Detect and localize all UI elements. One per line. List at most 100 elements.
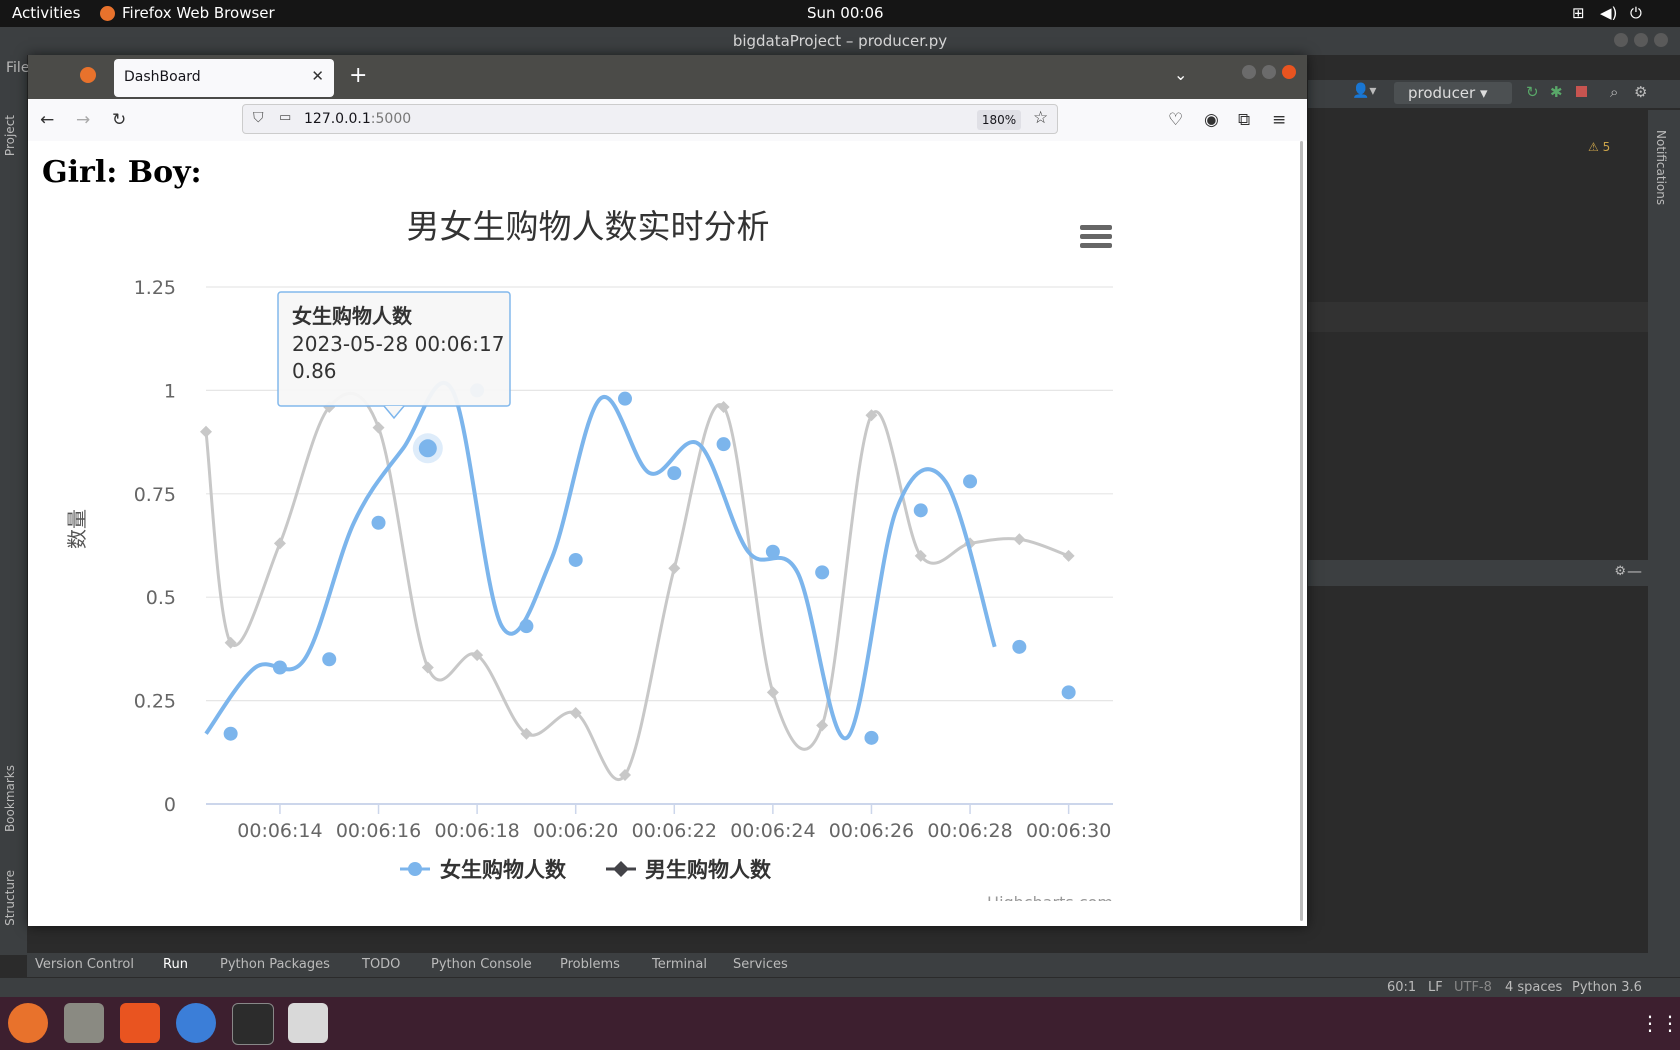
user-icon[interactable]: 👤▾ [1352, 83, 1376, 99]
point-boys[interactable] [1062, 549, 1075, 562]
zoom-level[interactable]: 180% [977, 110, 1021, 130]
shield-icon[interactable]: ⛉ [253, 110, 264, 126]
tab-services[interactable]: Services [733, 957, 788, 972]
app-grid-icon[interactable]: ⋮⋮⋮ [1640, 1011, 1680, 1035]
maximize-icon[interactable] [1634, 33, 1648, 47]
bookmark-star-icon[interactable]: ☆ [1033, 108, 1048, 128]
bookmarks-tool-tab[interactable]: Bookmarks [3, 765, 17, 832]
point-girls[interactable] [617, 391, 632, 406]
page-scrollbar[interactable] [1300, 141, 1303, 921]
point-girls[interactable] [864, 730, 879, 745]
point-boys[interactable] [668, 562, 681, 575]
chart-menu-icon[interactable] [1080, 225, 1112, 248]
point-boys[interactable] [816, 719, 829, 732]
project-tool-tab[interactable]: Project [3, 115, 17, 156]
firefox-dock-icon[interactable] [8, 1003, 48, 1043]
point-girls[interactable] [1012, 639, 1027, 654]
python-interpreter[interactable]: Python 3.6 [1572, 980, 1642, 995]
point-girls[interactable] [371, 515, 386, 530]
firefox-view-icon[interactable] [80, 67, 96, 83]
account-icon[interactable]: ◉ [1204, 110, 1219, 130]
point-girls[interactable] [765, 544, 780, 559]
network-icon[interactable]: ⊞ [1572, 4, 1585, 22]
settings-icon[interactable]: ⚙ [1634, 83, 1647, 101]
indent-setting[interactable]: 4 spaces [1505, 980, 1562, 995]
forward-icon[interactable]: → [76, 110, 90, 130]
minimize-icon[interactable] [1614, 33, 1628, 47]
panel-settings-icon[interactable]: ⚙ [1614, 564, 1626, 579]
point-girls[interactable] [223, 726, 238, 741]
file-encoding[interactable]: UTF-8 [1454, 980, 1492, 995]
tab-todo[interactable]: TODO [362, 957, 400, 972]
point-boys[interactable] [717, 400, 730, 413]
point-girls[interactable] [322, 652, 337, 667]
point-girls[interactable] [1061, 685, 1076, 700]
search-icon[interactable]: ⌕ [1610, 83, 1618, 101]
pocket-icon[interactable]: ♡ [1168, 110, 1183, 130]
structure-tool-tab[interactable]: Structure [3, 870, 17, 926]
tab-version-control[interactable]: Version Control [35, 957, 134, 972]
tab-list-icon[interactable]: ⌄ [1174, 65, 1187, 84]
point-girls[interactable] [913, 503, 928, 518]
pycharm-dock-icon[interactable] [288, 1003, 328, 1043]
url-text[interactable]: 127.0.0.1:5000 [304, 111, 411, 127]
point-boys[interactable] [372, 421, 385, 434]
stop-icon[interactable] [1576, 86, 1587, 97]
window-close-icon[interactable] [1282, 65, 1296, 79]
tab-problems[interactable]: Problems [560, 957, 620, 972]
run-config-selector[interactable]: producer ▾ [1394, 82, 1512, 104]
point-girls[interactable] [519, 619, 534, 634]
ide-run-panel[interactable] [1308, 560, 1648, 951]
point-girls[interactable] [815, 565, 830, 580]
point-boys[interactable] [421, 661, 434, 674]
back-icon[interactable]: ← [40, 110, 54, 130]
point-boys[interactable] [273, 537, 286, 550]
line-separator[interactable]: LF [1428, 980, 1443, 995]
point-girls[interactable] [716, 437, 731, 452]
legend-item-girls[interactable]: 女生购物人数 [400, 858, 567, 882]
software-dock-icon[interactable] [120, 1003, 160, 1043]
window-minimize-icon[interactable] [1242, 65, 1256, 79]
ide-editor-area[interactable]: ⚠ 5 [1308, 110, 1648, 530]
tab-python-console[interactable]: Python Console [431, 957, 532, 972]
activities-button[interactable]: Activities [12, 4, 80, 22]
power-icon[interactable]: ⏻ [1630, 4, 1642, 22]
ide-menu-file[interactable]: File [6, 60, 29, 76]
point-girls[interactable] [418, 439, 437, 458]
point-boys[interactable] [1013, 533, 1026, 546]
tab-python-packages[interactable]: Python Packages [220, 957, 330, 972]
point-girls[interactable] [568, 552, 583, 567]
tab-run[interactable]: Run [163, 957, 188, 972]
help-dock-icon[interactable] [176, 1003, 216, 1043]
point-girls[interactable] [963, 474, 978, 489]
terminal-dock-icon[interactable] [232, 1003, 274, 1045]
point-girls[interactable] [272, 660, 287, 675]
files-dock-icon[interactable] [64, 1003, 104, 1043]
tab-terminal[interactable]: Terminal [652, 957, 707, 972]
app-menu[interactable]: Firefox Web Browser [122, 4, 275, 22]
new-tab-icon[interactable]: + [349, 63, 367, 88]
chart-credits[interactable]: Highcharts.com [987, 893, 1113, 901]
close-icon[interactable] [1654, 33, 1668, 47]
tab-close-icon[interactable]: ✕ [311, 67, 324, 85]
ide-main-toolbar: 👤▾ producer ▾ ↻ ✱ ⌕ ⚙ [1308, 80, 1680, 108]
window-maximize-icon[interactable] [1262, 65, 1276, 79]
legend-item-boys[interactable]: 男生购物人数 [606, 858, 772, 882]
extensions-icon[interactable]: ⧉ [1238, 110, 1250, 130]
notifications-tool-tab[interactable]: Notifications [1654, 130, 1668, 205]
url-bar[interactable]: ⛉ ▭ 127.0.0.1:5000 180% ☆ [242, 104, 1058, 134]
point-girls[interactable] [667, 466, 682, 481]
reload-icon[interactable]: ↻ [112, 110, 126, 130]
panel-minimize-icon[interactable]: — [1627, 562, 1642, 580]
caret-position[interactable]: 60:1 [1387, 980, 1416, 995]
debug-icon[interactable]: ✱ [1550, 83, 1563, 101]
point-boys[interactable] [766, 686, 779, 699]
ide-status-bar: 60:1 LF UTF-8 4 spaces Python 3.6 [0, 977, 1680, 998]
warnings-indicator[interactable]: ⚠ 5 [1588, 140, 1610, 154]
volume-icon[interactable]: ◀) [1600, 4, 1617, 22]
rerun-icon[interactable]: ↻ [1526, 83, 1539, 101]
tab-dashboard[interactable]: DashBoard ✕ [114, 59, 334, 97]
point-boys[interactable] [200, 425, 212, 438]
app-menu-icon[interactable]: ≡ [1272, 110, 1286, 130]
clock[interactable]: Sun 00:06 [807, 4, 884, 22]
